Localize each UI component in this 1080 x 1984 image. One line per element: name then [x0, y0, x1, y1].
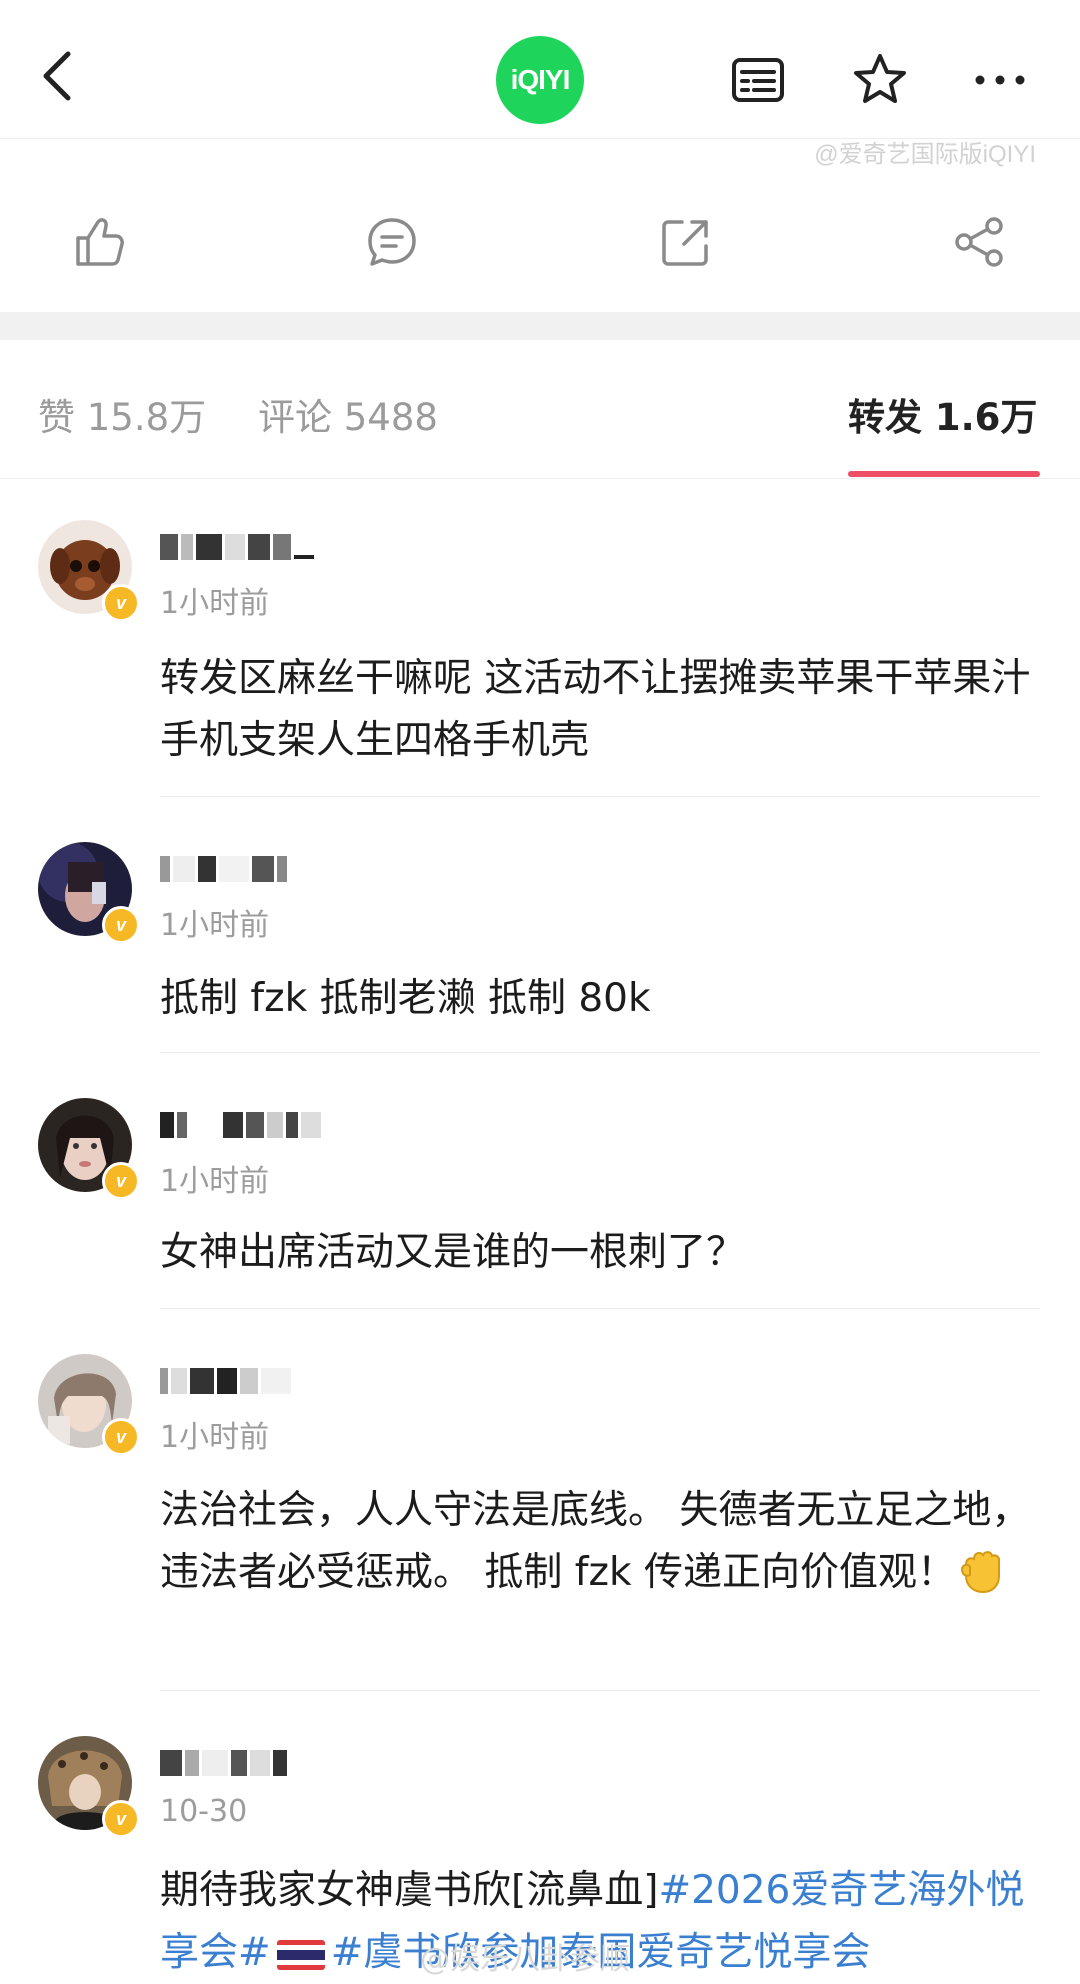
raised-fist-emoji-icon: [960, 1551, 1001, 1594]
username-obscured[interactable]: [160, 1108, 400, 1142]
top-bar: iQIYI: [0, 0, 1080, 139]
username-obscured[interactable]: [160, 852, 400, 886]
list-icon[interactable]: [730, 52, 786, 108]
verified-badge-icon: v: [102, 584, 140, 622]
thumbs-up-icon[interactable]: [70, 214, 126, 270]
section-divider: [0, 312, 1080, 340]
watermark-bottom: @娱乐八卦参顺: [420, 1942, 630, 1977]
tab-likes[interactable]: 赞 15.8万: [38, 387, 206, 441]
interaction-tabs: 赞 15.8万 评论 5488 转发 1.6万: [0, 342, 1080, 479]
item-divider: [160, 1052, 1040, 1053]
more-dots-icon[interactable]: [972, 52, 1028, 108]
post-content: 抵制 fzk 抵制老濑 抵制 80k: [160, 976, 651, 1021]
username-obscured[interactable]: [160, 1746, 400, 1780]
tab-reposts[interactable]: 转发 1.6万: [848, 387, 1037, 441]
star-icon[interactable]: [852, 52, 908, 108]
post-time: 1小时前: [160, 908, 270, 943]
iqiyi-logo: iQIYI: [496, 36, 584, 124]
post-time: 1小时前: [160, 586, 270, 621]
verified-badge-icon: v: [102, 1800, 140, 1838]
verified-badge-icon: v: [102, 906, 140, 944]
username-obscured[interactable]: [160, 530, 400, 564]
username-obscured[interactable]: [160, 1364, 400, 1398]
thailand-flag-icon: [276, 1939, 325, 1970]
post-text: 法治社会，人人守法是底线。 失德者无立足之地，违法者必受惩戒。 抵制 fzk 传…: [160, 1488, 1031, 1595]
post-content: 法治社会，人人守法是底线。 失德者无立足之地，违法者必受惩戒。 抵制 fzk 传…: [160, 1480, 1040, 1604]
action-row: [0, 200, 1080, 290]
post-time: 1小时前: [160, 1164, 270, 1199]
post-text: 期待我家女神虞书欣[流鼻血]: [160, 1868, 659, 1913]
comment-icon[interactable]: [364, 214, 420, 270]
post-time: 10-30: [160, 1794, 248, 1829]
verified-badge-icon: v: [102, 1418, 140, 1456]
post-content: 转发区麻丝干嘛呢 这活动不让摆摊卖苹果干苹果汁手机支架人生四格手机壳: [160, 656, 1031, 763]
back-arrow-icon[interactable]: [32, 46, 84, 106]
active-tab-indicator: [848, 471, 1040, 477]
item-divider: [160, 1308, 1040, 1309]
repost-icon[interactable]: [658, 214, 714, 270]
verified-badge-icon: v: [102, 1162, 140, 1200]
post-content: 女神出席活动又是谁的一根刺了？: [160, 1230, 746, 1275]
item-divider: [160, 1690, 1040, 1691]
watermark-text: @爱奇艺国际版iQIYI: [814, 141, 1036, 168]
post-time: 1小时前: [160, 1420, 270, 1455]
tab-comments[interactable]: 评论 5488: [258, 387, 438, 441]
item-divider: [160, 796, 1040, 797]
share-icon[interactable]: [952, 214, 1008, 270]
